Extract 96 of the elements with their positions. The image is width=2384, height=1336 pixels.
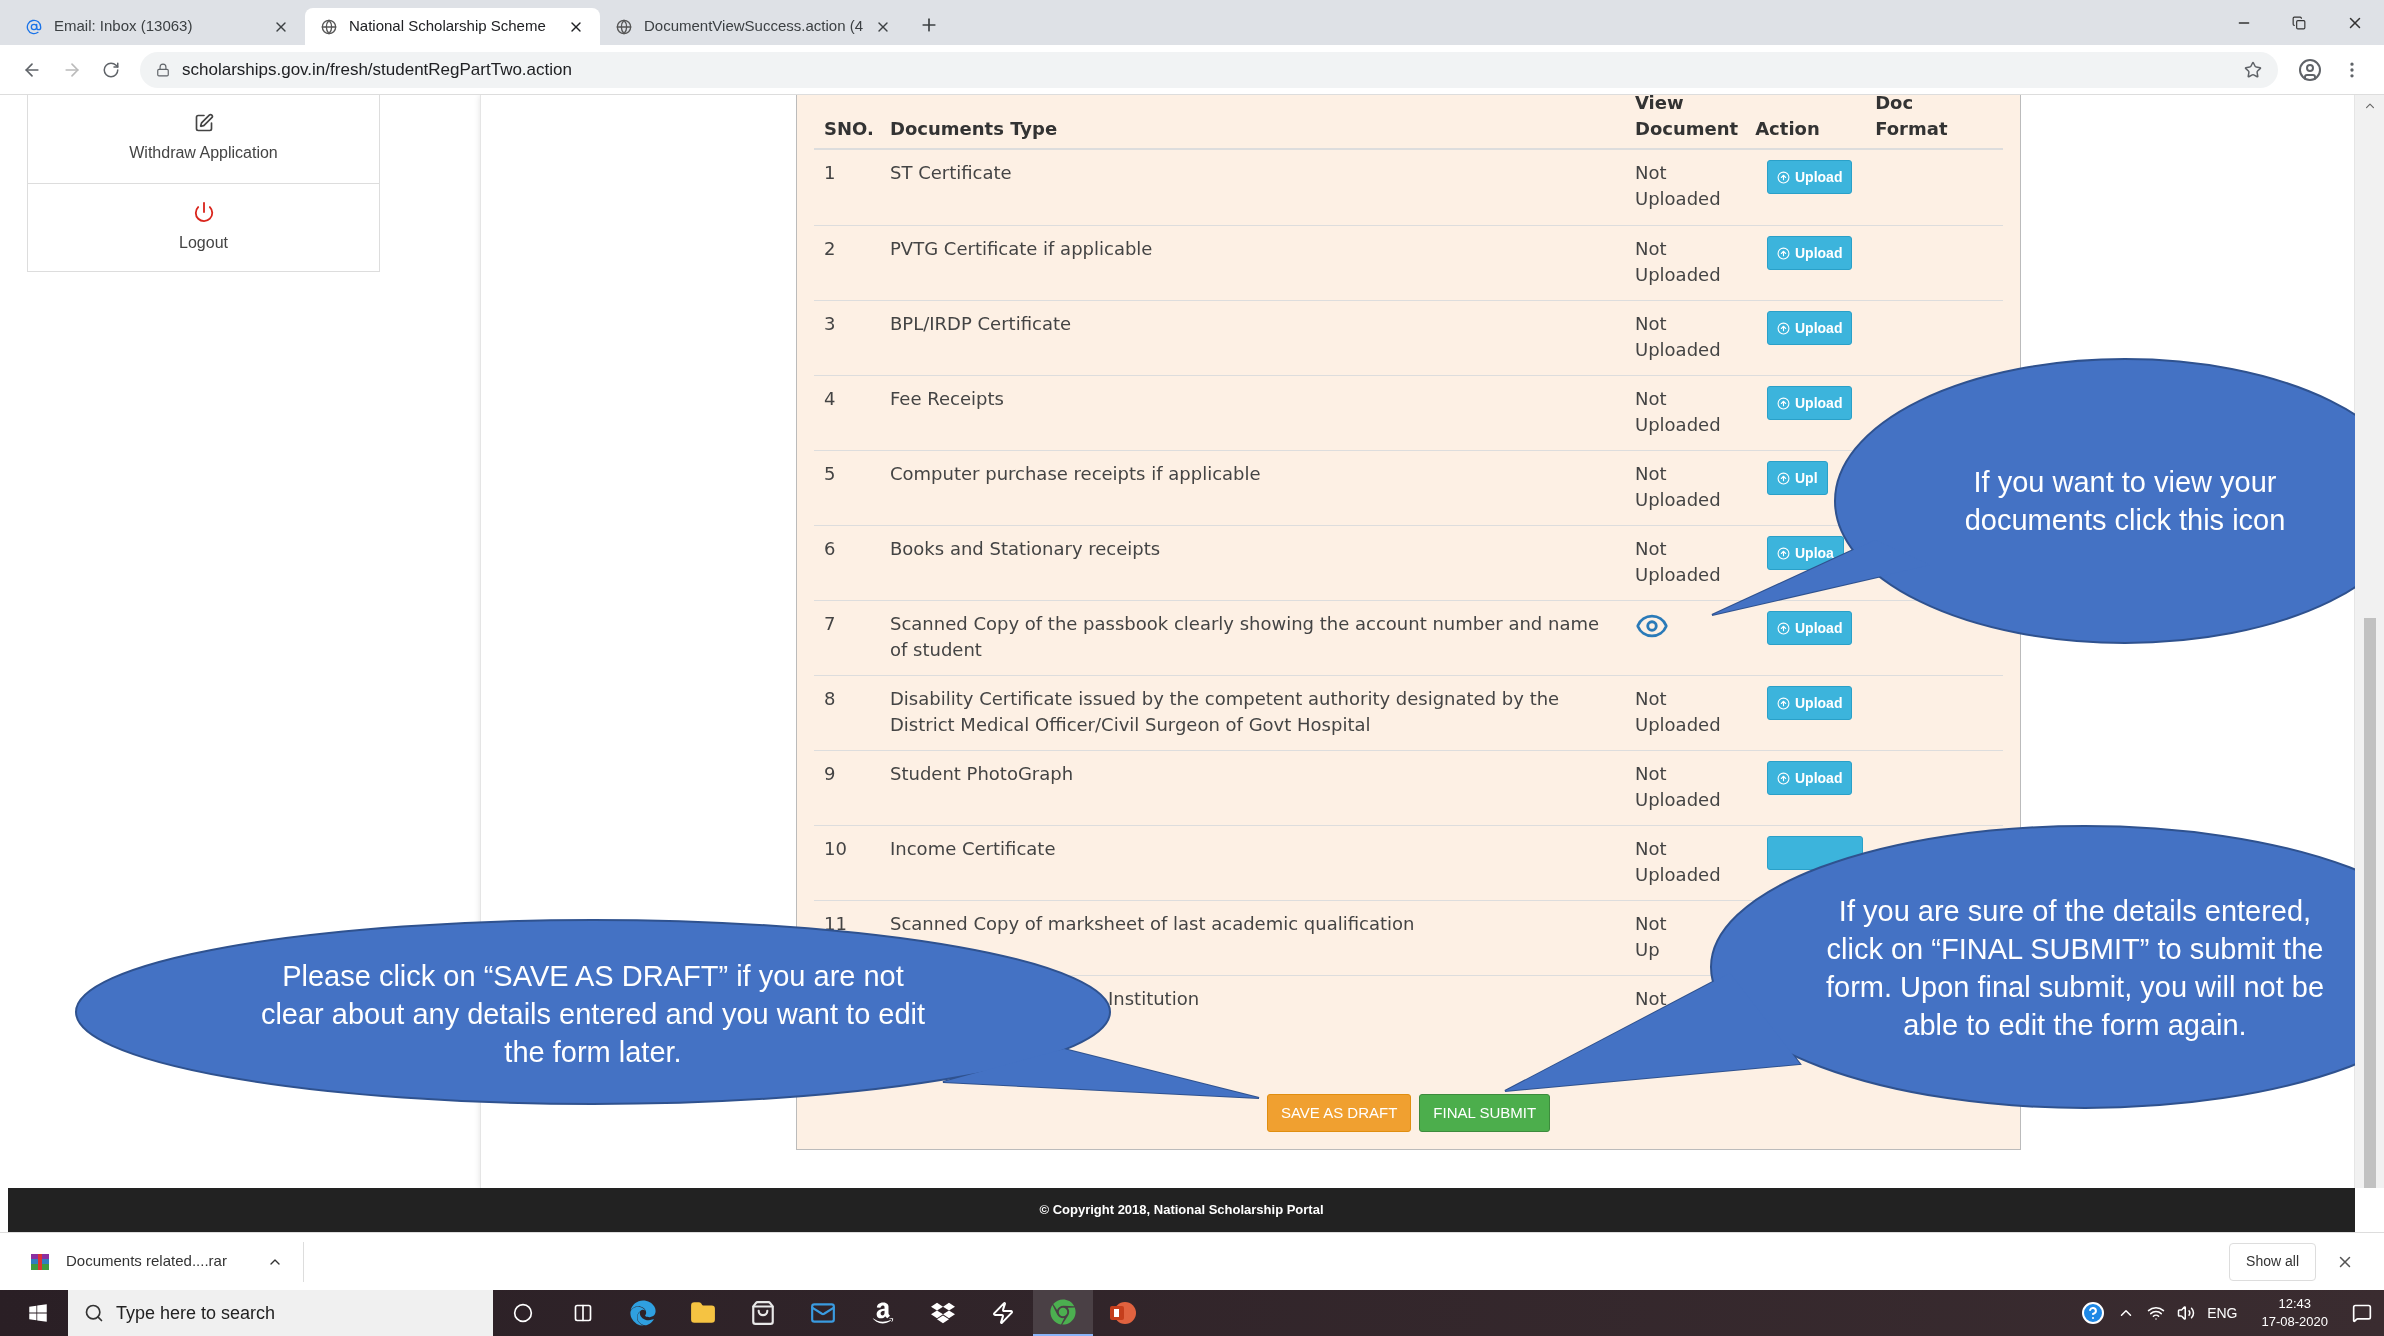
search-placeholder: Type here to search — [116, 1301, 276, 1325]
serial-number: 8 — [824, 688, 836, 709]
edit-icon — [193, 113, 214, 133]
search-field[interactable]: Type here to search — [68, 1290, 493, 1336]
address-bar[interactable]: scholarships.gov.in/fresh/studentRegPartTwo.action — [140, 51, 2278, 88]
globe-icon — [616, 18, 632, 35]
email-icon — [26, 18, 42, 35]
upload-status: Not Uploaded — [1635, 762, 1721, 812]
document-type: Income Certificate — [890, 838, 1056, 859]
document-type: Fee Receipts — [890, 388, 1004, 409]
column-header: View Document — [1635, 95, 1739, 141]
column-header: SNO. — [823, 117, 875, 141]
callout-text: Please click on “SAVE AS DRAFT” if you are not clear about any details entered and you want to edit the form later. — [259, 959, 927, 1070]
mail-icon[interactable] — [810, 1300, 836, 1326]
column-header: Documents Type — [890, 117, 1059, 141]
copyright-text: © Copyright 2018, National Scholarship Portal — [1039, 1201, 1324, 1220]
serial-number: 2 — [824, 238, 836, 259]
notification-icon[interactable] — [2352, 1303, 2372, 1323]
serial-number: 10 — [824, 838, 847, 859]
chrome-icon[interactable] — [1050, 1299, 1076, 1325]
document-type: Scanned Copy of marksheet of last academic qualification — [890, 913, 1415, 934]
document-type: Institution — [1108, 988, 1200, 1009]
upload-icon — [1777, 246, 1790, 260]
language-indicator[interactable]: ENG — [2207, 1302, 2238, 1324]
callout-text: If you are sure of the details entered, click on “FINAL SUBMIT” to submit the form. Upon final submit, you will not be able to edit the form again. — [1825, 894, 2325, 1043]
upload-icon — [1777, 170, 1790, 184]
search-icon — [84, 1303, 104, 1323]
upload-status: Not Uploaded — [1635, 237, 1721, 287]
upload-status: Not Uploaded — [1635, 387, 1721, 437]
upload-icon — [1777, 396, 1790, 410]
serial-number: 1 — [824, 162, 836, 183]
scrollbar[interactable] — [2355, 95, 2384, 1188]
serial-number: 9 — [824, 763, 836, 784]
profile-icon[interactable] — [2298, 57, 2322, 82]
help-icon[interactable] — [2081, 1301, 2106, 1325]
upload-status: Not Uploaded — [1635, 837, 1721, 887]
store-icon[interactable] — [750, 1300, 776, 1326]
scrollbar-thumb[interactable] — [2363, 617, 2376, 1188]
document-type: ST Certificate — [890, 162, 1012, 183]
tab-title: National Scholarship Scheme — [349, 16, 547, 37]
restore-icon[interactable] — [2292, 15, 2306, 30]
upload-status: Not — [1635, 987, 1667, 1011]
document-type: Disability Certificate issued by the competent authority designated by the District Medical Officer/Civil Surgeon of Govt Hospital — [890, 688, 1560, 735]
serial-number: 4 — [824, 388, 836, 409]
document-type: PVTG Certificate if applicable — [890, 238, 1153, 259]
power-icon — [192, 200, 215, 223]
column-header: Action — [1755, 117, 1821, 141]
amazon-icon[interactable] — [871, 1301, 895, 1325]
archive-file-icon — [30, 1251, 50, 1272]
tab-title: DocumentViewSuccess.action (4 — [644, 16, 863, 37]
clock[interactable]: 12:43 17-08-2020 — [2261, 1295, 2328, 1331]
sidebar-item[interactable]: Withdraw Application — [28, 95, 379, 183]
edge-icon[interactable] — [630, 1300, 656, 1326]
show-all-button[interactable]: Show all — [2229, 1242, 2316, 1281]
bolt-icon[interactable] — [991, 1301, 1015, 1325]
browser-tab[interactable]: National Scholarship Scheme — [305, 8, 600, 45]
upload-icon — [1777, 696, 1790, 710]
upload-icon — [1777, 471, 1790, 485]
upload-icon — [1777, 621, 1790, 635]
lock-icon — [156, 62, 170, 77]
upload-icon — [1777, 771, 1790, 785]
document-type: BPL/IRDP Certificate — [890, 313, 1072, 334]
document-type: Student PhotoGraph — [890, 763, 1074, 784]
upload-status: Not Uploaded — [1635, 161, 1721, 211]
serial-number: 5 — [824, 463, 836, 484]
wifi-icon[interactable] — [2147, 1304, 2166, 1322]
upload-status: Not Uploaded — [1635, 537, 1721, 587]
upload-icon — [1777, 546, 1790, 560]
sidebar-item[interactable]: Logout — [28, 183, 379, 271]
windows-icon — [28, 1303, 48, 1323]
upload-status: Not Uploaded — [1635, 462, 1721, 512]
dropbox-icon[interactable] — [931, 1301, 955, 1325]
powerpoint-icon[interactable] — [1109, 1301, 1137, 1325]
task-view-icon[interactable] — [573, 1303, 593, 1323]
upload-icon — [1777, 321, 1790, 335]
document-type: Books and Stationary receipts — [890, 538, 1161, 559]
callout-text: If you want to view your documents click this icon — [1963, 465, 2287, 538]
upload-status: Not Uploaded — [1635, 312, 1721, 362]
globe-icon — [321, 18, 337, 35]
serial-number: 7 — [824, 613, 836, 634]
reload-icon[interactable] — [102, 60, 120, 79]
cortana-icon[interactable] — [513, 1303, 533, 1323]
bookmark-star-icon[interactable] — [2244, 60, 2262, 79]
column-header: Doc Format — [1875, 95, 1948, 141]
volume-icon[interactable] — [2177, 1304, 2196, 1322]
serial-number: 3 — [824, 313, 836, 334]
document-type: Scanned Copy of the passbook clearly showing the account number and name of student — [890, 613, 1600, 660]
upload-status: Not Up — [1635, 912, 1667, 962]
serial-number: 6 — [824, 538, 836, 559]
serial-number: 11 — [824, 913, 847, 934]
download-item[interactable]: Documents related....rar — [30, 1241, 304, 1282]
url-text: scholarships.gov.in/fresh/studentRegPartTwo.action — [182, 58, 572, 81]
tab-title: Email: Inbox (13063) — [54, 16, 194, 37]
folder-icon[interactable] — [690, 1300, 716, 1326]
upload-status: Not Uploaded — [1635, 687, 1721, 737]
document-type: Computer purchase receipts if applicable — [890, 463, 1261, 484]
